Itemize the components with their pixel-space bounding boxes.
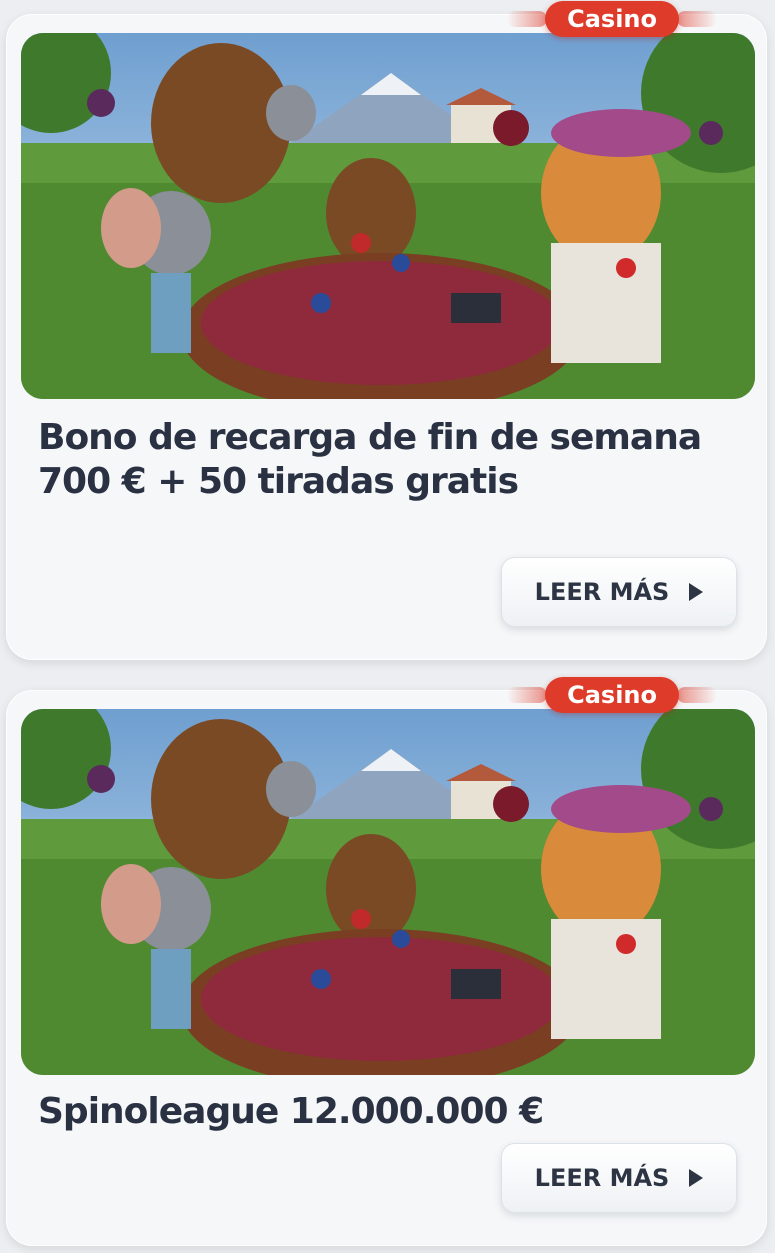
category-badge: Casino	[507, 677, 679, 713]
category-badge: Casino	[507, 1, 679, 37]
promo-card[interactable]: Casino Bono de recarga de fin de semana …	[6, 1, 767, 660]
promo-card[interactable]: Casino Spinoleague 12.000.000 € LEER MÁS	[6, 677, 767, 1246]
promo-title-line: Bono de recarga de fin de semana	[38, 417, 702, 458]
promo-title[interactable]: Bono de recarga de fin de semana 700 € +…	[38, 416, 737, 504]
promo-title-line: 700 € + 50 tiradas gratis	[38, 461, 519, 502]
play-arrow-icon	[689, 583, 704, 601]
promo-title[interactable]: Spinoleague 12.000.000 €	[38, 1090, 737, 1134]
promo-title-line: Spinoleague 12.000.000 €	[38, 1091, 544, 1132]
read-more-label: LEER MÁS	[534, 578, 670, 606]
promo-image[interactable]	[21, 33, 755, 399]
casino-illustration-icon	[21, 33, 755, 399]
casino-illustration-icon	[21, 709, 755, 1075]
read-more-button[interactable]: LEER MÁS	[501, 1143, 737, 1213]
play-arrow-icon	[689, 1169, 704, 1187]
read-more-button[interactable]: LEER MÁS	[501, 557, 737, 627]
promo-image[interactable]	[21, 709, 755, 1075]
read-more-label: LEER MÁS	[534, 1164, 670, 1192]
